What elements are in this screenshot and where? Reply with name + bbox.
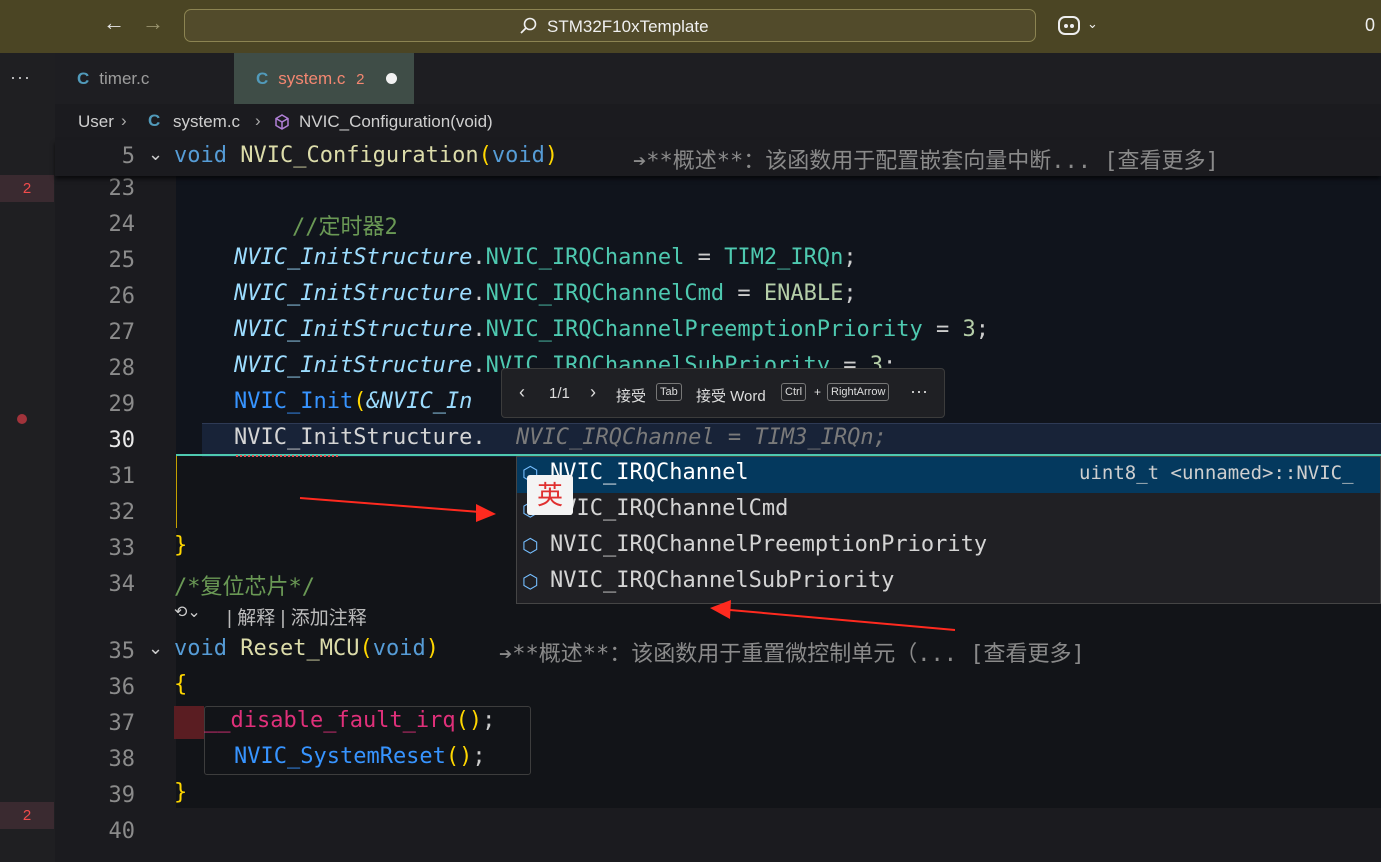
function-symbol-icon	[275, 114, 289, 130]
more-actions-icon[interactable]: ···	[10, 67, 31, 88]
title-bar: ← → STM32F10xTemplate ⌄ 0	[0, 0, 1381, 53]
c-file-icon: C	[148, 111, 161, 130]
breadcrumb-folder[interactable]: User	[78, 112, 114, 132]
breadcrumb: User › C system.c › NVIC_Configuration(v…	[55, 104, 1381, 140]
arrow-head-icon	[476, 504, 496, 522]
tab-bar: Ctimer.c Csystem.c 2	[55, 53, 1381, 104]
c-file-icon: C	[77, 69, 90, 88]
back-arrow-icon[interactable]: ←	[103, 10, 125, 36]
unsaved-dot-icon[interactable]	[386, 73, 397, 84]
tab-label: timer.c	[99, 69, 150, 88]
activity-bar: ··· 2 2	[0, 53, 55, 862]
problems-badge-top[interactable]: 2	[0, 175, 54, 202]
breadcrumb-symbol[interactable]: NVIC_Configuration(void)	[299, 112, 493, 132]
chevron-right-icon: ›	[255, 111, 261, 130]
code-editor[interactable]: 5 ⌄ void NVIC_Configuration(void) ➔**概述*…	[55, 140, 1381, 862]
layout-toggle-icon[interactable]: 0	[1365, 15, 1375, 36]
search-text: STM32F10xTemplate	[547, 17, 709, 36]
annotation-arrows	[299, 497, 956, 631]
breadcrumb-file[interactable]: system.c	[173, 112, 240, 132]
tab-system-c[interactable]: Csystem.c 2	[234, 53, 414, 104]
breakpoint-icon[interactable]	[17, 414, 27, 424]
chevron-down-icon[interactable]: ⌄	[1087, 16, 1098, 32]
chevron-right-icon: ›	[121, 111, 127, 130]
problems-count: 2	[356, 71, 365, 88]
command-center-search[interactable]: STM32F10xTemplate	[184, 9, 1036, 42]
arrow-head-icon	[710, 600, 731, 619]
c-file-icon: C	[256, 69, 269, 88]
forward-arrow-icon[interactable]: →	[142, 10, 164, 36]
copilot-icon[interactable]	[1057, 14, 1083, 38]
tab-timer-c[interactable]: Ctimer.c	[55, 53, 233, 104]
tab-label: system.c	[278, 69, 346, 88]
search-icon	[520, 17, 537, 34]
problems-badge-bottom[interactable]: 2	[0, 802, 54, 829]
